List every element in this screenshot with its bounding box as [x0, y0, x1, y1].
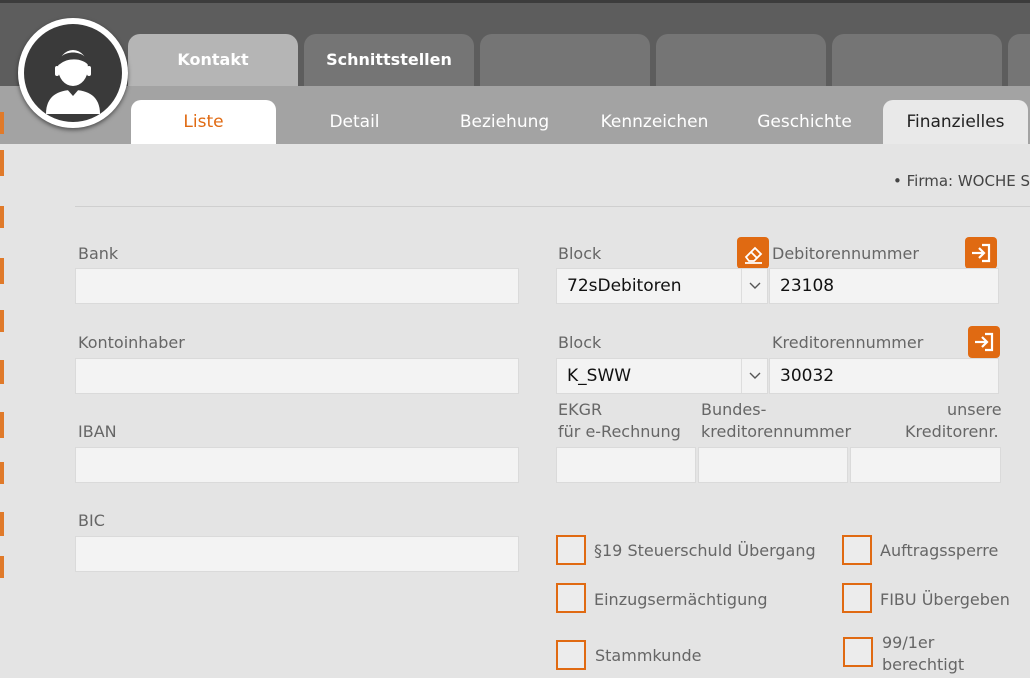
bank-label: Bank: [78, 244, 119, 263]
firma-info: • Firma: WOCHE S: [893, 172, 1030, 190]
subtab-kennzeichen[interactable]: Kennzeichen: [582, 100, 727, 144]
kontoinhaber-label: Kontoinhaber: [78, 333, 185, 352]
subtab-beziehung[interactable]: Beziehung: [432, 100, 577, 144]
tab-schnittstellen[interactable]: Schnittstellen: [304, 34, 474, 86]
tab-empty-1[interactable]: [480, 34, 650, 86]
fibu-checkbox[interactable]: [842, 583, 872, 613]
tab-kontakt[interactable]: Kontakt: [128, 34, 298, 86]
top-edge: [0, 0, 1030, 3]
ekgr-input[interactable]: [556, 447, 696, 483]
sign-in-icon: [975, 332, 994, 352]
debitorennummer-input[interactable]: 23108: [769, 268, 999, 304]
kreditor-block-label: Block: [558, 333, 602, 352]
tab-empty-2[interactable]: [656, 34, 826, 86]
left-accent: [0, 112, 4, 134]
left-accent: [0, 150, 4, 176]
ekgr-label-line2: für e-Rechnung: [558, 422, 681, 441]
unsere-label-line1: unsere: [947, 400, 1002, 419]
divider: [75, 206, 1030, 207]
debitor-block-label: Block: [558, 244, 602, 263]
fibu-label: FIBU Übergeben: [880, 590, 1010, 609]
bundeskreditorennummer-input[interactable]: [698, 447, 848, 483]
left-accent: [0, 412, 4, 438]
debitor-block-select[interactable]: 72sDebitoren: [556, 268, 768, 304]
bundes-label-line2: kreditorennummer: [701, 422, 852, 441]
steuerschuld-label: §19 Steuerschuld Übergang: [594, 541, 816, 560]
subtab-liste[interactable]: Liste: [131, 100, 276, 144]
auftragssperre-label: Auftragssperre: [880, 541, 999, 560]
kreditorennummer-input[interactable]: 30032: [769, 358, 999, 394]
iban-label: IBAN: [78, 422, 117, 441]
einzug-label: Einzugsermächtigung: [594, 590, 768, 609]
kreditor-block-select[interactable]: K_SWW: [556, 358, 768, 394]
subtab-detail[interactable]: Detail: [282, 100, 427, 144]
avatar[interactable]: [18, 18, 128, 128]
chevron-down-icon: [741, 269, 767, 303]
kontoinhaber-input[interactable]: [75, 358, 519, 394]
debitor-import-button[interactable]: [965, 237, 997, 269]
left-accent: [0, 258, 4, 284]
subtab-liste-label: Liste: [183, 112, 224, 132]
ekgr-label-line1: EKGR: [558, 400, 603, 419]
berechtigt-label-line2: berechtigt: [882, 655, 965, 674]
bundes-label-line1: Bundes-: [701, 400, 767, 419]
tab-empty-4[interactable]: [1008, 34, 1030, 86]
subtab-geschichte-label: Geschichte: [757, 112, 852, 132]
subtab-finanzielles[interactable]: Finanzielles: [883, 100, 1028, 144]
iban-input[interactable]: [75, 447, 519, 483]
einzug-checkbox[interactable]: [556, 583, 586, 613]
unsere-label-line2: Kreditorenr.: [905, 422, 999, 441]
eraser-icon: [744, 246, 763, 264]
tab-kontakt-label: Kontakt: [177, 50, 249, 69]
stammkunde-label: Stammkunde: [595, 646, 702, 665]
kreditor-import-button[interactable]: [968, 326, 1000, 358]
left-accent: [0, 206, 4, 228]
left-accent: [0, 512, 4, 536]
chevron-down-icon: [741, 359, 767, 393]
eraser-button[interactable]: [737, 237, 769, 269]
stammkunde-checkbox[interactable]: [556, 640, 586, 670]
berechtigt-label-line1: 99/1er: [882, 633, 935, 652]
steuerschuld-checkbox[interactable]: [556, 535, 586, 565]
bic-input[interactable]: [75, 536, 519, 572]
berechtigt-checkbox[interactable]: [843, 637, 873, 667]
subtab-kennzeichen-label: Kennzeichen: [600, 112, 709, 132]
debitorennummer-label: Debitorennummer: [772, 244, 919, 263]
auftragssperre-checkbox[interactable]: [842, 535, 872, 565]
left-accent: [0, 360, 4, 384]
tab-empty-3[interactable]: [832, 34, 1002, 86]
subtab-beziehung-label: Beziehung: [459, 112, 550, 132]
left-accent: [0, 310, 4, 332]
user-avatar-icon: [24, 24, 122, 122]
subtab-geschichte[interactable]: Geschichte: [732, 100, 877, 144]
subtab-detail-label: Detail: [329, 112, 380, 132]
left-accent: [0, 462, 4, 484]
bank-input[interactable]: [75, 268, 519, 304]
sign-in-icon: [972, 243, 991, 263]
tab-schnittstellen-label: Schnittstellen: [326, 50, 452, 69]
kreditorennummer-label: Kreditorennummer: [772, 333, 924, 352]
left-accent: [0, 556, 4, 578]
unsere-kreditorennummer-input[interactable]: [850, 447, 1001, 483]
subtab-finanzielles-label: Finanzielles: [906, 112, 1005, 132]
bic-label: BIC: [78, 511, 105, 530]
